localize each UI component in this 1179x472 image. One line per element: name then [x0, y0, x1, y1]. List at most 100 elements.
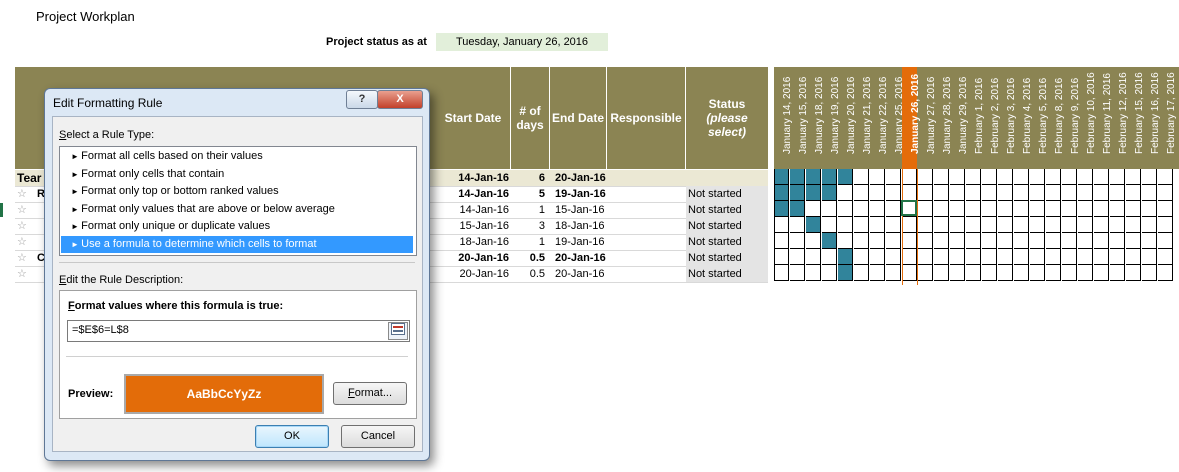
status-cell[interactable]: Not started: [686, 250, 768, 266]
gantt-cell[interactable]: [870, 169, 885, 185]
gantt-cell[interactable]: [1142, 265, 1157, 281]
gantt-cell[interactable]: [838, 201, 853, 217]
rule-type-option[interactable]: ► Format only top or bottom ranked value…: [61, 183, 413, 200]
gantt-cell[interactable]: [774, 185, 789, 201]
format-button[interactable]: Format...: [333, 382, 407, 405]
gantt-cell[interactable]: [1062, 169, 1077, 185]
gantt-cell[interactable]: [1030, 185, 1045, 201]
days-cell[interactable]: 6: [511, 170, 545, 186]
gantt-cell[interactable]: [1014, 201, 1029, 217]
gantt-cell[interactable]: [1062, 249, 1077, 265]
gantt-cell[interactable]: [1078, 169, 1093, 185]
rule-type-option[interactable]: ► Use a formula to determine which cells…: [61, 236, 413, 253]
gantt-cell[interactable]: [854, 265, 869, 281]
star-icon[interactable]: ☆: [17, 186, 27, 202]
gantt-cell[interactable]: [774, 249, 789, 265]
gantt-cell[interactable]: [1046, 169, 1061, 185]
start-date-cell[interactable]: 15-Jan-16: [436, 218, 509, 234]
gantt-cell[interactable]: [998, 233, 1013, 249]
gantt-cell[interactable]: [1046, 185, 1061, 201]
gantt-cell[interactable]: [822, 201, 837, 217]
gantt-cell[interactable]: [950, 265, 965, 281]
date-column-header[interactable]: February 16, 2016: [1142, 67, 1161, 169]
gantt-cell[interactable]: [854, 169, 869, 185]
gantt-cell[interactable]: [966, 249, 981, 265]
end-date-cell[interactable]: 19-Jan-16: [555, 186, 607, 202]
gantt-cell[interactable]: [1110, 169, 1125, 185]
gantt-cell[interactable]: [918, 217, 933, 233]
ok-button[interactable]: OK: [255, 425, 329, 448]
gantt-cell[interactable]: [1062, 265, 1077, 281]
end-date-cell[interactable]: 15-Jan-16: [555, 202, 607, 218]
status-cell[interactable]: Not started: [686, 186, 768, 202]
start-date-cell[interactable]: 14-Jan-16: [436, 202, 509, 218]
gantt-cell[interactable]: [1126, 169, 1141, 185]
gantt-cell[interactable]: [1094, 249, 1109, 265]
gantt-cell[interactable]: [966, 217, 981, 233]
gantt-cell[interactable]: [806, 169, 821, 185]
date-column-header[interactable]: February 4, 2016: [1014, 67, 1033, 169]
gantt-cell[interactable]: [1078, 185, 1093, 201]
gantt-cell[interactable]: [934, 201, 949, 217]
gantt-cell[interactable]: [1078, 249, 1093, 265]
gantt-cell[interactable]: [1094, 169, 1109, 185]
date-column-header[interactable]: January 19, 2016: [822, 67, 841, 169]
gantt-cell[interactable]: [934, 233, 949, 249]
days-cell[interactable]: 5: [511, 186, 545, 202]
gantt-cell[interactable]: [1142, 185, 1157, 201]
header-days[interactable]: # of days: [511, 67, 549, 169]
date-column-header[interactable]: January 25, 2016: [886, 67, 905, 169]
gantt-cell[interactable]: [998, 185, 1013, 201]
gantt-cell[interactable]: [1110, 249, 1125, 265]
gantt-cell[interactable]: [1158, 233, 1173, 249]
date-column-header[interactable]: January 27, 2016: [918, 67, 937, 169]
status-cell[interactable]: [686, 170, 768, 186]
gantt-cell[interactable]: [982, 201, 997, 217]
gantt-cell[interactable]: [1158, 169, 1173, 185]
gantt-cell[interactable]: [966, 185, 981, 201]
gantt-cell[interactable]: [950, 185, 965, 201]
gantt-cell[interactable]: [806, 249, 821, 265]
gantt-cell[interactable]: [822, 233, 837, 249]
rule-type-option[interactable]: ► Format only unique or duplicate values: [61, 218, 413, 235]
gantt-cell[interactable]: [950, 201, 965, 217]
gantt-cell[interactable]: [790, 169, 805, 185]
date-column-header[interactable]: February 12, 2016: [1110, 67, 1129, 169]
gantt-cell[interactable]: [982, 249, 997, 265]
gantt-cell[interactable]: [790, 265, 805, 281]
gantt-cell[interactable]: [1030, 201, 1045, 217]
header-end-date[interactable]: End Date: [550, 67, 606, 169]
gantt-cell[interactable]: [1110, 265, 1125, 281]
gantt-cell[interactable]: [1158, 217, 1173, 233]
gantt-cell[interactable]: [918, 201, 933, 217]
date-column-header[interactable]: February 1, 2016: [966, 67, 985, 169]
gantt-cell[interactable]: [1158, 185, 1173, 201]
gantt-cell[interactable]: [1078, 265, 1093, 281]
gantt-cell[interactable]: [870, 217, 885, 233]
date-column-header[interactable]: February 10, 2016: [1078, 67, 1097, 169]
gantt-cell[interactable]: [1062, 217, 1077, 233]
gantt-cell[interactable]: [822, 249, 837, 265]
gantt-cell[interactable]: [774, 201, 789, 217]
gantt-cell[interactable]: [934, 169, 949, 185]
rule-type-option[interactable]: ► Format only cells that contain: [61, 166, 413, 183]
formula-input[interactable]: =$E$6=L$8: [67, 320, 410, 342]
gantt-cell[interactable]: [998, 249, 1013, 265]
gantt-cell[interactable]: [1110, 233, 1125, 249]
gantt-cell[interactable]: [806, 265, 821, 281]
rule-type-option[interactable]: ► Format all cells based on their values: [61, 148, 413, 165]
start-date-cell[interactable]: 20-Jan-16: [436, 250, 509, 266]
gantt-cell[interactable]: [774, 265, 789, 281]
gantt-cell[interactable]: [1062, 201, 1077, 217]
gantt-cell[interactable]: [854, 249, 869, 265]
gantt-cell[interactable]: [806, 217, 821, 233]
gantt-cell[interactable]: [838, 249, 853, 265]
collapse-dialog-icon[interactable]: [388, 322, 408, 340]
gantt-cell[interactable]: [1126, 249, 1141, 265]
gantt-cell[interactable]: [870, 201, 885, 217]
gantt-cell[interactable]: [918, 169, 933, 185]
gantt-cell[interactable]: [1030, 169, 1045, 185]
gantt-cell[interactable]: [854, 217, 869, 233]
status-cell[interactable]: Not started: [686, 202, 768, 218]
gantt-cell[interactable]: [1046, 233, 1061, 249]
